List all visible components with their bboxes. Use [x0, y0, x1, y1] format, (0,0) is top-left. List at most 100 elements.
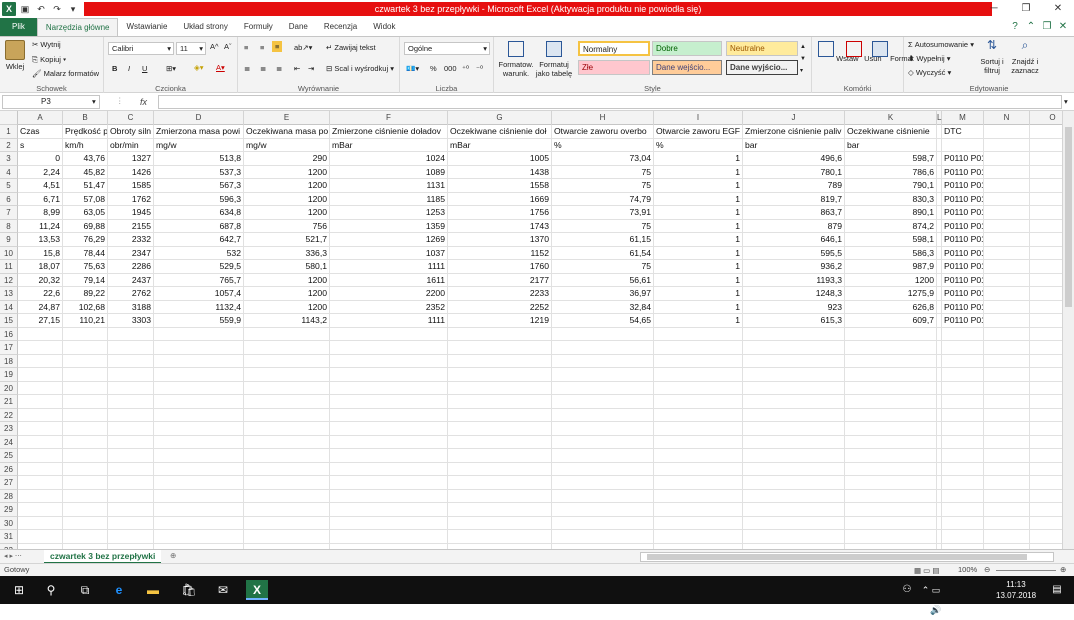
column-header-F[interactable]: F: [330, 111, 448, 125]
cell-C6[interactable]: 1762: [108, 192, 154, 206]
row-header[interactable]: 28: [0, 489, 18, 503]
cell-F14[interactable]: 2352: [330, 300, 448, 314]
close-button[interactable]: ✕: [1042, 0, 1074, 18]
cell-H28[interactable]: [552, 489, 654, 503]
cell-J16[interactable]: [743, 327, 845, 341]
cell-K13[interactable]: 1275,9: [845, 287, 937, 301]
font-name-combo[interactable]: Calibri ▾: [108, 42, 174, 55]
cell-J29[interactable]: [743, 503, 845, 517]
scroll-thumb[interactable]: [1065, 127, 1072, 307]
cell-E18[interactable]: [244, 354, 330, 368]
cell-J17[interactable]: [743, 341, 845, 355]
cell-N8[interactable]: [984, 219, 1030, 233]
cell-F30[interactable]: [330, 516, 448, 530]
cell-G8[interactable]: 1743: [448, 219, 552, 233]
conditional-format-button[interactable]: Formatow. warunk.: [498, 41, 534, 78]
cell-C27[interactable]: [108, 476, 154, 490]
cell-B20[interactable]: [63, 381, 108, 395]
cell-H19[interactable]: [552, 368, 654, 382]
tab-2[interactable]: Wstawianie: [118, 18, 175, 36]
cell-M30[interactable]: [942, 516, 984, 530]
cell-K6[interactable]: 830,3: [845, 192, 937, 206]
cell-O15[interactable]: [1030, 314, 1062, 328]
cell-D15[interactable]: 559,9: [154, 314, 244, 328]
horizontal-scrollbar[interactable]: [640, 552, 1054, 562]
cell-E7[interactable]: 1200: [244, 206, 330, 220]
cell-K18[interactable]: [845, 354, 937, 368]
cell-N10[interactable]: [984, 246, 1030, 260]
hscroll-thumb[interactable]: [647, 554, 1027, 560]
cell-B25[interactable]: [63, 449, 108, 463]
cell-G14[interactable]: 2252: [448, 300, 552, 314]
cell-D16[interactable]: [154, 327, 244, 341]
cell-O29[interactable]: [1030, 503, 1062, 517]
cell-E29[interactable]: [244, 503, 330, 517]
cell-C1[interactable]: Obroty siln: [108, 125, 154, 139]
column-header-E[interactable]: E: [244, 111, 330, 125]
cell-N31[interactable]: [984, 530, 1030, 544]
cell-O17[interactable]: [1030, 341, 1062, 355]
expand-formula-icon[interactable]: ▾: [1064, 97, 1068, 106]
cell-E4[interactable]: 1200: [244, 165, 330, 179]
cell-H7[interactable]: 73,91: [552, 206, 654, 220]
cell-O31[interactable]: [1030, 530, 1062, 544]
cell-H22[interactable]: [552, 408, 654, 422]
cell-O6[interactable]: [1030, 193, 1062, 206]
sheet-nav-icons[interactable]: ◂ ▸ ⋯: [4, 552, 22, 560]
cell-J6[interactable]: 819,7: [743, 192, 845, 206]
cell-B2[interactable]: km/h: [63, 138, 108, 152]
cell-I21[interactable]: [654, 395, 743, 409]
cell-O24[interactable]: [1030, 436, 1062, 449]
align-left-icon[interactable]: ≣: [244, 64, 250, 73]
cell-K8[interactable]: 874,2: [845, 219, 937, 233]
cell-J24[interactable]: [743, 435, 845, 449]
cell-H17[interactable]: [552, 341, 654, 355]
cell-G9[interactable]: 1370: [448, 233, 552, 247]
cell-D27[interactable]: [154, 476, 244, 490]
cell-O3[interactable]: [1030, 152, 1062, 166]
cell-D7[interactable]: 634,8: [154, 206, 244, 220]
cell-C16[interactable]: [108, 327, 154, 341]
cell-C2[interactable]: obr/min: [108, 138, 154, 152]
cell-E19[interactable]: [244, 368, 330, 382]
cell-E20[interactable]: [244, 381, 330, 395]
cell-O7[interactable]: [1030, 206, 1062, 220]
row-header[interactable]: 27: [0, 476, 18, 490]
cell-F17[interactable]: [330, 341, 448, 355]
cell-B10[interactable]: 78,44: [63, 246, 108, 260]
cell-N16[interactable]: [984, 327, 1030, 341]
cell-F13[interactable]: 2200: [330, 287, 448, 301]
cell-A27[interactable]: [18, 476, 63, 490]
people-icon[interactable]: ⚇: [896, 580, 918, 600]
row-header[interactable]: 31: [0, 530, 18, 544]
cell-C31[interactable]: [108, 530, 154, 544]
cell-E16[interactable]: [244, 327, 330, 341]
cell-E27[interactable]: [244, 476, 330, 490]
cell-D13[interactable]: 1057,4: [154, 287, 244, 301]
cell-J10[interactable]: 595,5: [743, 246, 845, 260]
row-header[interactable]: 5: [0, 179, 18, 193]
column-header-A[interactable]: A: [18, 111, 63, 125]
row-header[interactable]: 24: [0, 435, 18, 449]
cell-B6[interactable]: 57,08: [63, 192, 108, 206]
insert-cells-button[interactable]: Wstaw: [818, 41, 859, 63]
cell-E24[interactable]: [244, 435, 330, 449]
cell-I4[interactable]: 1: [654, 165, 743, 179]
cell-N6[interactable]: [984, 192, 1030, 206]
cell-G12[interactable]: 2177: [448, 273, 552, 287]
autosum-button[interactable]: Σ Autosumowanie ▾: [908, 40, 974, 49]
cell-C20[interactable]: [108, 381, 154, 395]
cell-E25[interactable]: [244, 449, 330, 463]
cell-F28[interactable]: [330, 489, 448, 503]
cell-G16[interactable]: [448, 327, 552, 341]
cell-E15[interactable]: 1143,2: [244, 314, 330, 328]
cell-J15[interactable]: 615,3: [743, 314, 845, 328]
cell-B30[interactable]: [63, 516, 108, 530]
cell-E1[interactable]: Oczekiwana masa po: [244, 125, 330, 139]
cell-C23[interactable]: [108, 422, 154, 436]
tab-4[interactable]: Formuły: [236, 18, 281, 36]
cell-B3[interactable]: 43,76: [63, 152, 108, 166]
tab-7[interactable]: Widok: [365, 18, 403, 36]
row-header[interactable]: 17: [0, 341, 18, 355]
italic-button[interactable]: I: [128, 64, 130, 73]
